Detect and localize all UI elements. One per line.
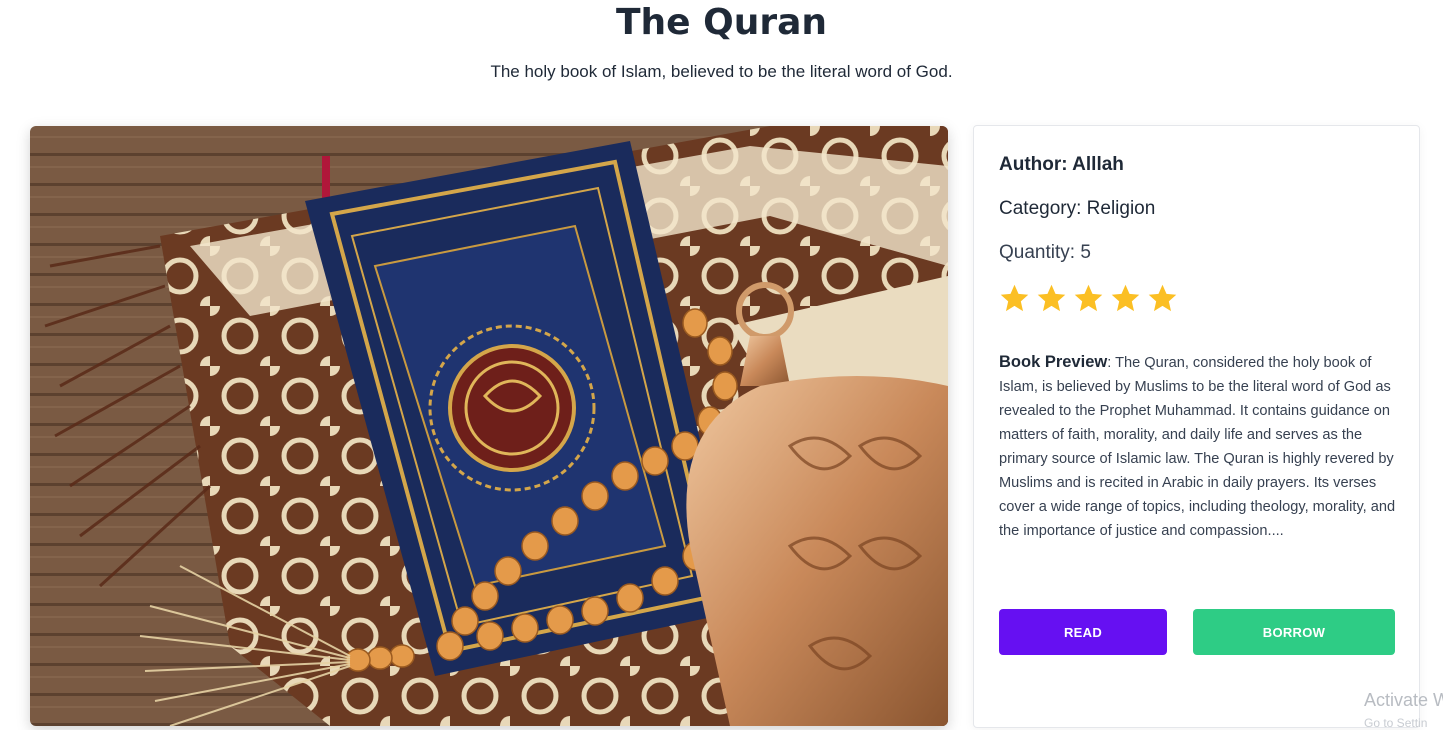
star-rating bbox=[998, 282, 1179, 315]
activate-windows-watermark: Activate W bbox=[1364, 690, 1443, 710]
book-cover-image bbox=[30, 126, 948, 726]
book-preview: Book Preview: The Quran, considered the … bbox=[999, 350, 1401, 543]
star-icon bbox=[1037, 284, 1066, 312]
borrow-button[interactable]: BORROW bbox=[1193, 609, 1395, 655]
star-icon bbox=[1074, 284, 1103, 312]
book-preview-text: : The Quran, considered the holy book of… bbox=[999, 355, 1396, 539]
read-button[interactable]: READ bbox=[999, 609, 1167, 655]
book-quantity: Quantity: 5 bbox=[999, 242, 1091, 263]
star-icon bbox=[1111, 284, 1140, 312]
book-author: Author: Alllah bbox=[999, 154, 1124, 175]
star-icon bbox=[1000, 284, 1029, 312]
book-details-card: Author: Alllah Category: Religion Quanti… bbox=[973, 125, 1420, 728]
page-title: The Quran bbox=[615, 2, 828, 43]
star-icon bbox=[1148, 284, 1177, 312]
book-category: Category: Religion bbox=[999, 198, 1156, 219]
book-preview-label: Book Preview bbox=[999, 353, 1108, 371]
page-subtitle: The holy book of Islam, believed to be t… bbox=[490, 62, 953, 81]
